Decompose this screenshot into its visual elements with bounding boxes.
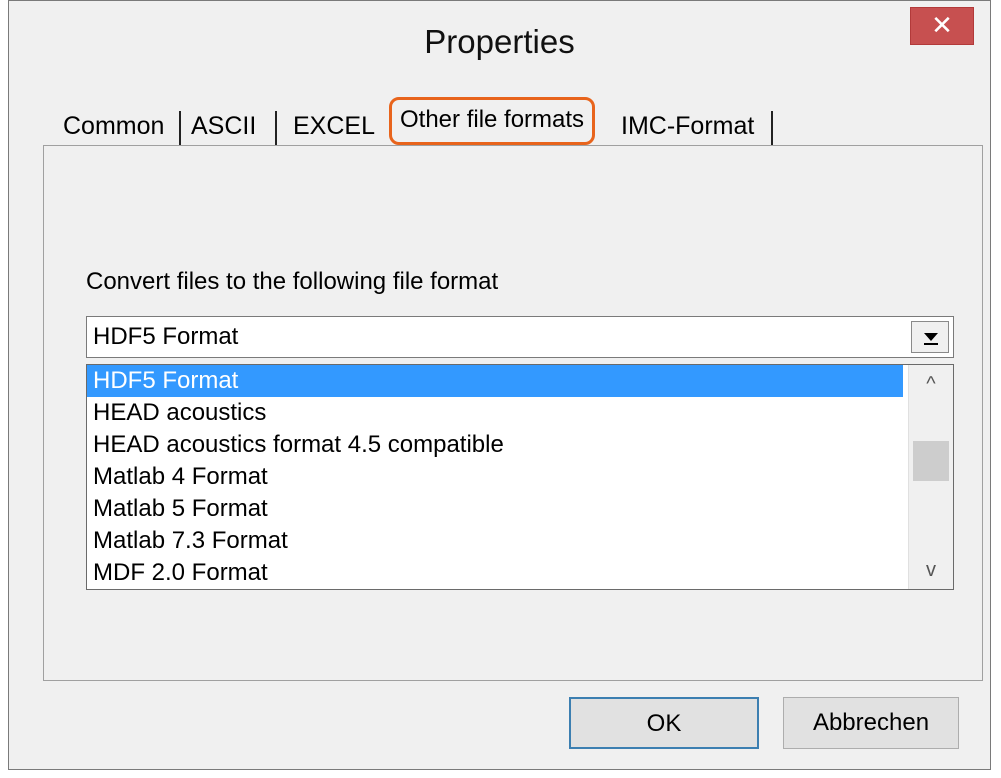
dialog-title: Properties: [424, 23, 575, 60]
tab-separator: [275, 111, 277, 145]
tab-common[interactable]: Common: [57, 107, 171, 145]
tab-ascii[interactable]: ASCII: [185, 107, 263, 145]
dropdown-arrow-icon: [924, 333, 938, 341]
scroll-down-button[interactable]: v: [909, 551, 953, 589]
close-icon: ✕: [931, 10, 953, 40]
scroll-thumb[interactable]: [913, 441, 949, 481]
close-button[interactable]: ✕: [910, 7, 974, 45]
list-item-hdf5[interactable]: HDF5 Format: [87, 365, 903, 397]
tab-panel: Convert files to the following file form…: [43, 145, 983, 681]
cancel-button[interactable]: Abbrechen: [783, 697, 959, 749]
tab-other-file-formats[interactable]: Other file formats: [389, 97, 596, 145]
dropdown-arrow-bar: [924, 343, 938, 345]
tab-separator: [179, 111, 181, 145]
properties-dialog: Properties ✕ Common ASCII EXCEL Other fi…: [8, 0, 991, 770]
list-item-mdf-20[interactable]: MDF 2.0 Format: [87, 557, 903, 589]
list-item-matlab-4[interactable]: Matlab 4 Format: [87, 461, 903, 493]
scroll-up-icon: ^: [926, 373, 936, 395]
dropdown-selected-value: HDF5 Format: [93, 323, 239, 350]
dropdown-arrow-button[interactable]: [911, 321, 949, 353]
tab-excel[interactable]: EXCEL: [287, 107, 381, 145]
list-item-head-acoustics[interactable]: HEAD acoustics: [87, 397, 903, 429]
tab-imc-format[interactable]: IMC-Format: [615, 107, 761, 145]
list-item-head-acoustics-45[interactable]: HEAD acoustics format 4.5 compatible: [87, 429, 903, 461]
scroll-up-button[interactable]: ^: [909, 365, 953, 403]
list-item-matlab-73[interactable]: Matlab 7.3 Format: [87, 525, 903, 557]
list-items: HDF5 Format HEAD acoustics HEAD acoustic…: [87, 365, 903, 589]
title-bar: Properties ✕: [9, 1, 990, 89]
scroll-down-icon: v: [926, 559, 936, 581]
list-item-matlab-5[interactable]: Matlab 5 Format: [87, 493, 903, 525]
ok-button[interactable]: OK: [569, 697, 759, 749]
list-scrollbar[interactable]: ^ v: [908, 365, 953, 589]
tab-separator: [771, 111, 773, 145]
file-format-list[interactable]: HDF5 Format HEAD acoustics HEAD acoustic…: [86, 364, 954, 590]
convert-label: Convert files to the following file form…: [86, 268, 499, 295]
file-format-dropdown[interactable]: HDF5 Format: [86, 316, 954, 358]
